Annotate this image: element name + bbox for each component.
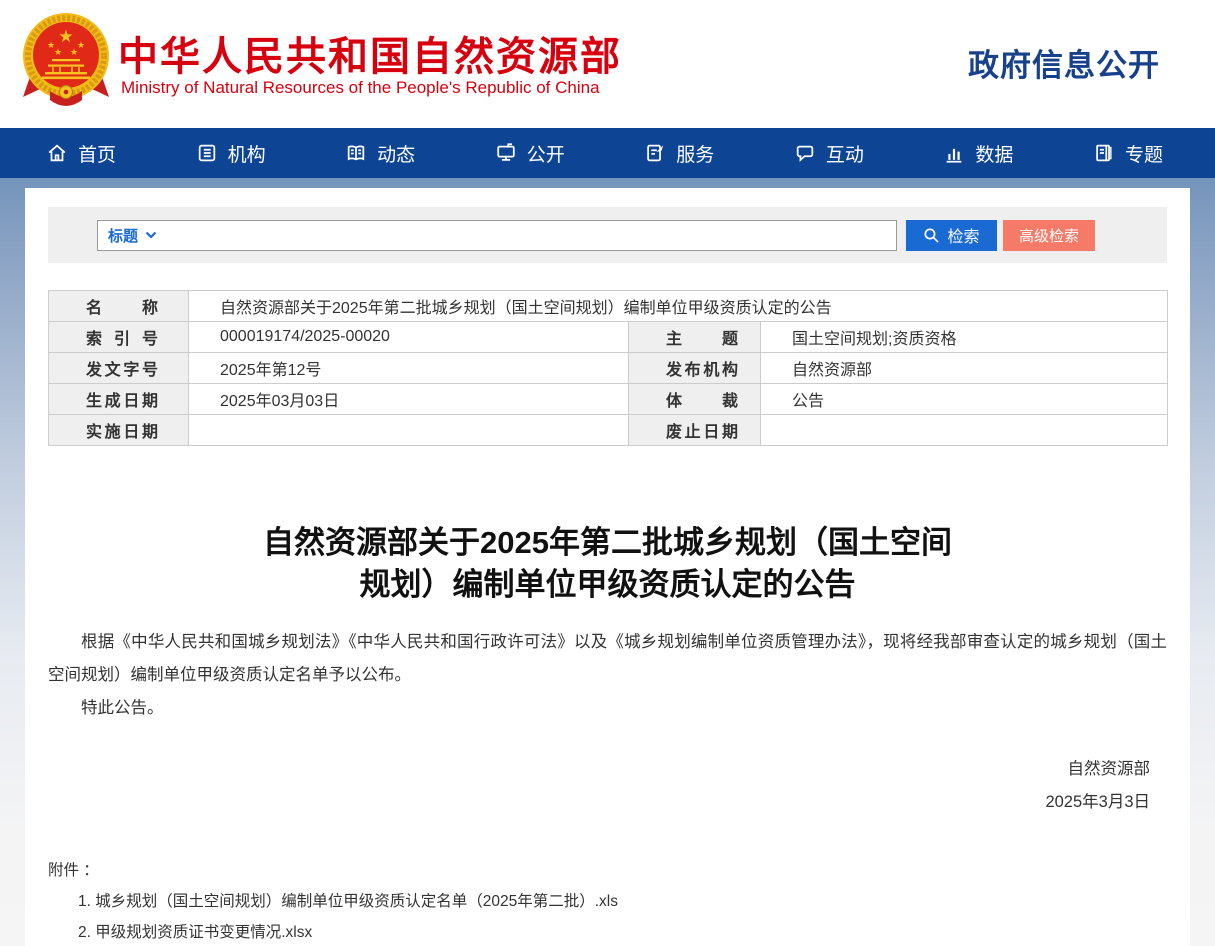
- nav-item-topics[interactable]: 专题: [1093, 140, 1163, 167]
- signature-block: 自然资源部 2025年3月3日: [48, 753, 1167, 819]
- topics-icon: [1093, 142, 1115, 164]
- svg-text:★: ★: [58, 27, 73, 46]
- article-closing: 特此公告。: [48, 692, 1167, 725]
- nav-item-organization[interactable]: 机构: [196, 140, 266, 167]
- meta-label-index-no: 索引号: [49, 322, 189, 353]
- svg-text:★: ★: [77, 40, 85, 50]
- meta-row-name: 名称 自然资源部关于2025年第二批城乡规划（国土空间规划）编制单位甲级资质认定…: [49, 291, 1168, 322]
- meta-value-index-no: 000019174/2025-00020: [189, 322, 629, 353]
- service-icon: [644, 142, 666, 164]
- search-field-selector-label: 标题: [108, 225, 138, 246]
- nav-item-label: 公开: [527, 140, 565, 167]
- meta-value-effective-date: [189, 415, 629, 446]
- meta-label-effective-date: 实施日期: [49, 415, 189, 446]
- nav-item-service[interactable]: 服务: [644, 140, 714, 167]
- meta-label-doc-number: 发文字号: [49, 353, 189, 384]
- meta-value-genre: 公告: [761, 384, 1168, 415]
- signature-date: 2025年3月3日: [48, 786, 1150, 819]
- data-icon: [943, 142, 965, 164]
- nav-item-label: 动态: [377, 140, 415, 167]
- meta-label-created-date: 生成日期: [49, 384, 189, 415]
- meta-label-subject: 主题: [629, 322, 761, 353]
- meta-value-issuing-agency: 自然资源部: [761, 353, 1168, 384]
- search-field-selector[interactable]: 标题: [108, 225, 157, 246]
- nav-item-data[interactable]: 数据: [943, 140, 1013, 167]
- disclosure-icon: [495, 142, 517, 164]
- search-button[interactable]: 检索: [906, 220, 997, 251]
- advanced-search-button[interactable]: 高级检索: [1003, 220, 1095, 251]
- article-title: 自然资源部关于2025年第二批城乡规划（国土空间 规划）编制单位甲级资质认定的公…: [48, 522, 1167, 606]
- meta-label-name: 名称: [49, 291, 189, 322]
- meta-row: 索引号 000019174/2025-00020 主题 国土空间规划;资质资格: [49, 322, 1168, 353]
- article-title-line1: 自然资源部关于2025年第二批城乡规划（国土空间: [48, 522, 1167, 564]
- nav-item-news[interactable]: 动态: [345, 140, 415, 167]
- nav-item-label: 互动: [826, 140, 864, 167]
- meta-label-repeal-date: 废止日期: [629, 415, 761, 446]
- content-panel: 标题 检索 高级检索 名称 自然资源部关于2025年第二批城乡规划（国土空: [25, 188, 1190, 946]
- meta-label-genre: 体裁: [629, 384, 761, 415]
- attachments-list: 1. 城乡规划（国土空间规划）编制单位甲级资质认定名单（2025年第二批）.xl…: [78, 886, 1167, 946]
- chevron-down-icon: [145, 231, 157, 239]
- meta-row: 实施日期 废止日期: [49, 415, 1168, 446]
- nav-item-interaction[interactable]: 互动: [794, 140, 864, 167]
- svg-text:★: ★: [70, 47, 78, 57]
- signature-agency: 自然资源部: [48, 753, 1150, 786]
- meta-label-issuing-agency: 发布机构: [629, 353, 761, 384]
- gov-info-disclosure-heading: 政府信息公开: [968, 40, 1160, 85]
- meta-value-repeal-date: [761, 415, 1168, 446]
- nav-item-label: 专题: [1125, 140, 1163, 167]
- attachment-link-1[interactable]: 1. 城乡规划（国土空间规划）编制单位甲级资质认定名单（2025年第二批）.xl…: [78, 886, 1167, 917]
- search-button-label: 检索: [947, 223, 979, 247]
- interaction-icon: [794, 142, 816, 164]
- site-header: ★ ★ ★ ★ ★ 中华人民共和国自然资源部 Ministry of Natur…: [0, 0, 1215, 128]
- main-nav: 首页 机构 动态 公开 服务 互动 数据: [0, 128, 1215, 178]
- meta-value-subject: 国土空间规划;资质资格: [761, 322, 1168, 353]
- nav-item-home[interactable]: 首页: [46, 140, 116, 167]
- site-subtitle: Ministry of Natural Resources of the Peo…: [121, 78, 600, 98]
- site-title: 中华人民共和国自然资源部: [118, 24, 622, 82]
- organization-icon: [196, 142, 218, 164]
- nav-item-label: 数据: [975, 140, 1013, 167]
- article-paragraph: 根据《中华人民共和国城乡规划法》《中华人民共和国行政许可法》以及《城乡规划编制单…: [48, 626, 1167, 692]
- article-body: 根据《中华人民共和国城乡规划法》《中华人民共和国行政许可法》以及《城乡规划编制单…: [48, 626, 1167, 725]
- search-icon: [923, 227, 940, 244]
- svg-text:★: ★: [54, 47, 62, 57]
- home-icon: [46, 142, 68, 164]
- search-input-wrap: 标题: [97, 220, 897, 251]
- attachments-section: 附件 ： 1. 城乡规划（国土空间规划）编制单位甲级资质认定名单（2025年第二…: [48, 855, 1167, 946]
- search-bar: 标题 检索 高级检索: [48, 207, 1167, 263]
- meta-value-created-date: 2025年03月03日: [189, 384, 629, 415]
- nav-item-disclosure[interactable]: 公开: [495, 140, 565, 167]
- attachment-link-2[interactable]: 2. 甲级规划资质证书变更情况.xlsx: [78, 917, 1167, 946]
- search-input[interactable]: [157, 222, 886, 248]
- nav-item-label: 首页: [78, 140, 116, 167]
- article-title-line2: 规划）编制单位甲级资质认定的公告: [48, 564, 1167, 606]
- nav-item-label: 服务: [676, 140, 714, 167]
- news-icon: [345, 142, 367, 164]
- meta-row: 生成日期 2025年03月03日 体裁 公告: [49, 384, 1168, 415]
- meta-value-doc-number: 2025年第12号: [189, 353, 629, 384]
- meta-value-name: 自然资源部关于2025年第二批城乡规划（国土空间规划）编制单位甲级资质认定的公告: [189, 291, 1168, 322]
- meta-row: 发文字号 2025年第12号 发布机构 自然资源部: [49, 353, 1168, 384]
- page-background: 标题 检索 高级检索 名称 自然资源部关于2025年第二批城乡规划（国土空: [0, 178, 1215, 946]
- nav-item-label: 机构: [228, 140, 266, 167]
- attachments-label: 附件 ：: [48, 855, 1167, 886]
- document-meta-table: 名称 自然资源部关于2025年第二批城乡规划（国土空间规划）编制单位甲级资质认定…: [48, 290, 1168, 446]
- national-emblem-of-china-logo: ★ ★ ★ ★ ★: [22, 9, 110, 113]
